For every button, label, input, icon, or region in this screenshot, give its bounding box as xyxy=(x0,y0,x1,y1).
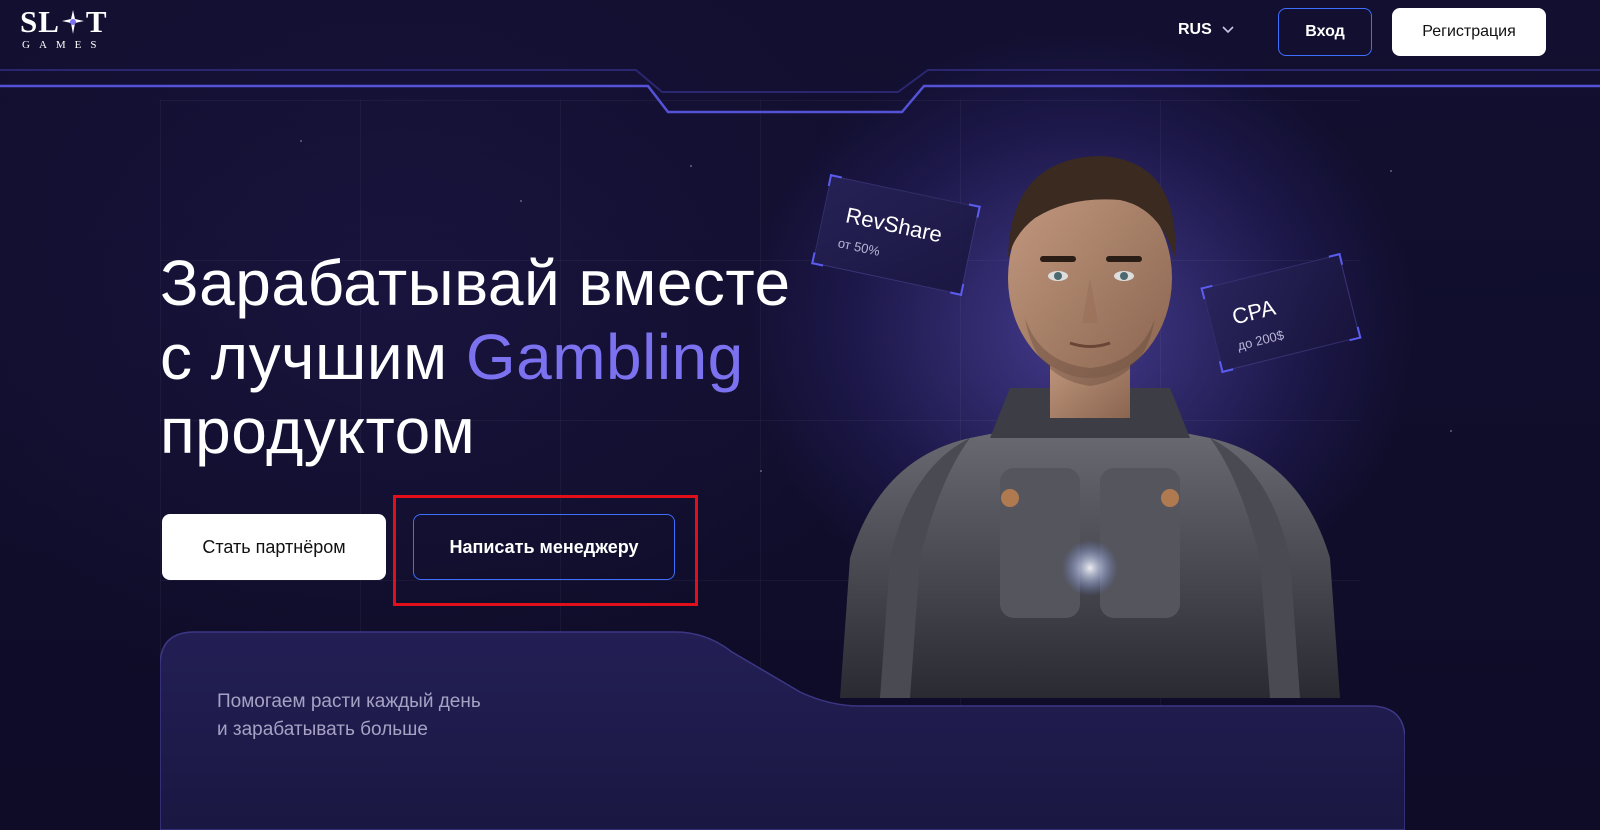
card-corner xyxy=(811,252,826,267)
star-dot xyxy=(690,165,692,167)
star-dot xyxy=(1450,430,1452,432)
site-header: SL T GAMES RUS Вход Регистрация xyxy=(0,0,1600,114)
logo-star-icon xyxy=(61,10,84,34)
card-title: CPA xyxy=(1229,294,1278,330)
card-corner xyxy=(1328,252,1344,268)
logo-wordmark: SL T xyxy=(20,4,108,39)
card-corner xyxy=(1200,284,1216,300)
language-selector[interactable]: RUS xyxy=(1178,21,1234,39)
register-button[interactable]: Регистрация xyxy=(1392,8,1546,56)
chevron-down-icon xyxy=(1222,26,1234,34)
star-dot xyxy=(300,140,302,142)
card-subtitle: от 50% xyxy=(836,235,882,259)
hero-title-line2-prefix: с лучшим xyxy=(160,321,466,393)
hero-title-line1: Зарабатывай вместе xyxy=(160,247,791,319)
card-corner xyxy=(827,173,842,189)
panel-text-line1: Помогаем расти каждый день xyxy=(217,691,481,712)
panel-text-line2: и зарабатывать больше xyxy=(217,719,428,740)
hero-title-line3: продуктом xyxy=(160,395,476,467)
star-dot xyxy=(760,470,762,472)
card-corner xyxy=(950,281,965,297)
card-subtitle: до 200$ xyxy=(1235,327,1286,354)
become-partner-button[interactable]: Стать партнёром xyxy=(162,514,386,580)
card-corner xyxy=(966,203,981,218)
hero-title: Зарабатывай вместе с лучшим Gambling про… xyxy=(160,246,860,468)
logo[interactable]: SL T GAMES xyxy=(20,6,120,52)
highlight-box xyxy=(393,495,698,606)
hero-title-accent: Gambling xyxy=(465,321,744,393)
language-label: RUS xyxy=(1178,21,1212,38)
logo-subtitle: GAMES xyxy=(22,39,106,51)
star-dot xyxy=(520,200,522,202)
panel-text: Помогаем расти каждый день и зарабатыват… xyxy=(217,688,481,744)
login-button[interactable]: Вход xyxy=(1278,8,1372,56)
star-dot xyxy=(1390,170,1392,172)
